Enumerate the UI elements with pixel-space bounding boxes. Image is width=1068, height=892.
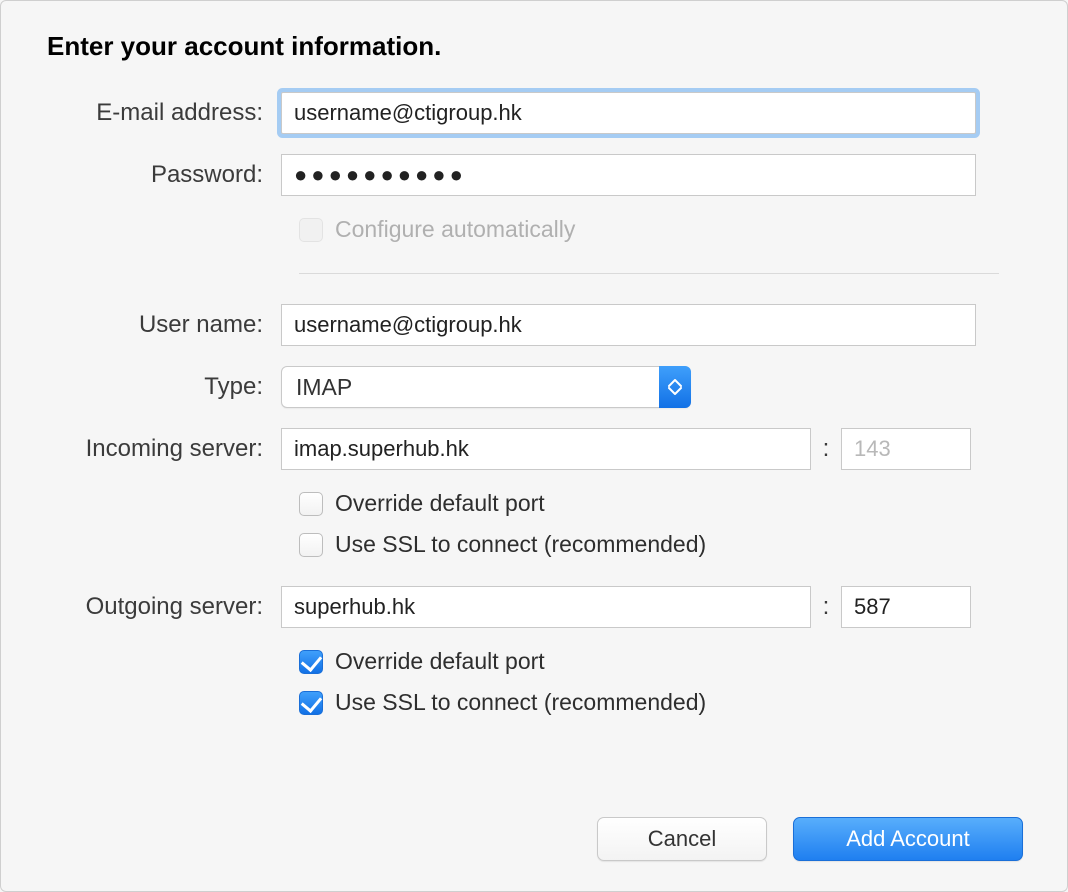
outgoing-override-label: Override default port xyxy=(335,648,545,675)
username-field[interactable] xyxy=(281,304,976,346)
configure-auto-label: Configure automatically xyxy=(335,216,575,243)
outgoing-ssl-label: Use SSL to connect (recommended) xyxy=(335,689,706,716)
label-type: Type: xyxy=(41,373,281,401)
colon-1: : xyxy=(811,435,841,463)
password-field[interactable] xyxy=(281,154,976,196)
button-row: Cancel Add Account xyxy=(597,817,1023,861)
row-username: User name: xyxy=(41,304,1027,346)
row-outgoing-override: Override default port xyxy=(299,648,1027,675)
row-password: Password: xyxy=(41,154,1027,196)
account-setup-dialog: Enter your account information. E-mail a… xyxy=(0,0,1068,892)
add-account-button[interactable]: Add Account xyxy=(793,817,1023,861)
incoming-override-label: Override default port xyxy=(335,490,545,517)
outgoing-port-field[interactable] xyxy=(841,586,971,628)
configure-auto-checkbox xyxy=(299,218,323,242)
row-outgoing: Outgoing server: : xyxy=(41,586,1027,628)
label-username: User name: xyxy=(41,311,281,339)
incoming-ssl-label: Use SSL to connect (recommended) xyxy=(335,531,706,558)
incoming-port-field[interactable] xyxy=(841,428,971,470)
label-email: E-mail address: xyxy=(41,99,281,127)
email-field[interactable] xyxy=(281,92,976,134)
row-email: E-mail address: xyxy=(41,92,1027,134)
row-outgoing-ssl: Use SSL to connect (recommended) xyxy=(299,689,1027,716)
label-password: Password: xyxy=(41,161,281,189)
outgoing-server-field[interactable] xyxy=(281,586,811,628)
row-incoming-override: Override default port xyxy=(299,490,1027,517)
label-incoming: Incoming server: xyxy=(41,435,281,463)
separator xyxy=(299,273,999,274)
incoming-ssl-checkbox[interactable] xyxy=(299,533,323,557)
cancel-button[interactable]: Cancel xyxy=(597,817,767,861)
row-incoming: Incoming server: : xyxy=(41,428,1027,470)
colon-2: : xyxy=(811,593,841,621)
label-outgoing: Outgoing server: xyxy=(41,593,281,621)
outgoing-ssl-checkbox[interactable] xyxy=(299,691,323,715)
row-configure-auto: Configure automatically xyxy=(299,216,1027,243)
row-type: Type: IMAP xyxy=(41,366,1027,408)
type-select-value: IMAP xyxy=(296,374,352,401)
row-incoming-ssl: Use SSL to connect (recommended) xyxy=(299,531,1027,558)
chevron-up-down-icon xyxy=(659,366,691,408)
outgoing-override-checkbox[interactable] xyxy=(299,650,323,674)
dialog-title: Enter your account information. xyxy=(47,31,1027,62)
incoming-override-checkbox[interactable] xyxy=(299,492,323,516)
type-select[interactable]: IMAP xyxy=(281,366,691,408)
incoming-server-field[interactable] xyxy=(281,428,811,470)
